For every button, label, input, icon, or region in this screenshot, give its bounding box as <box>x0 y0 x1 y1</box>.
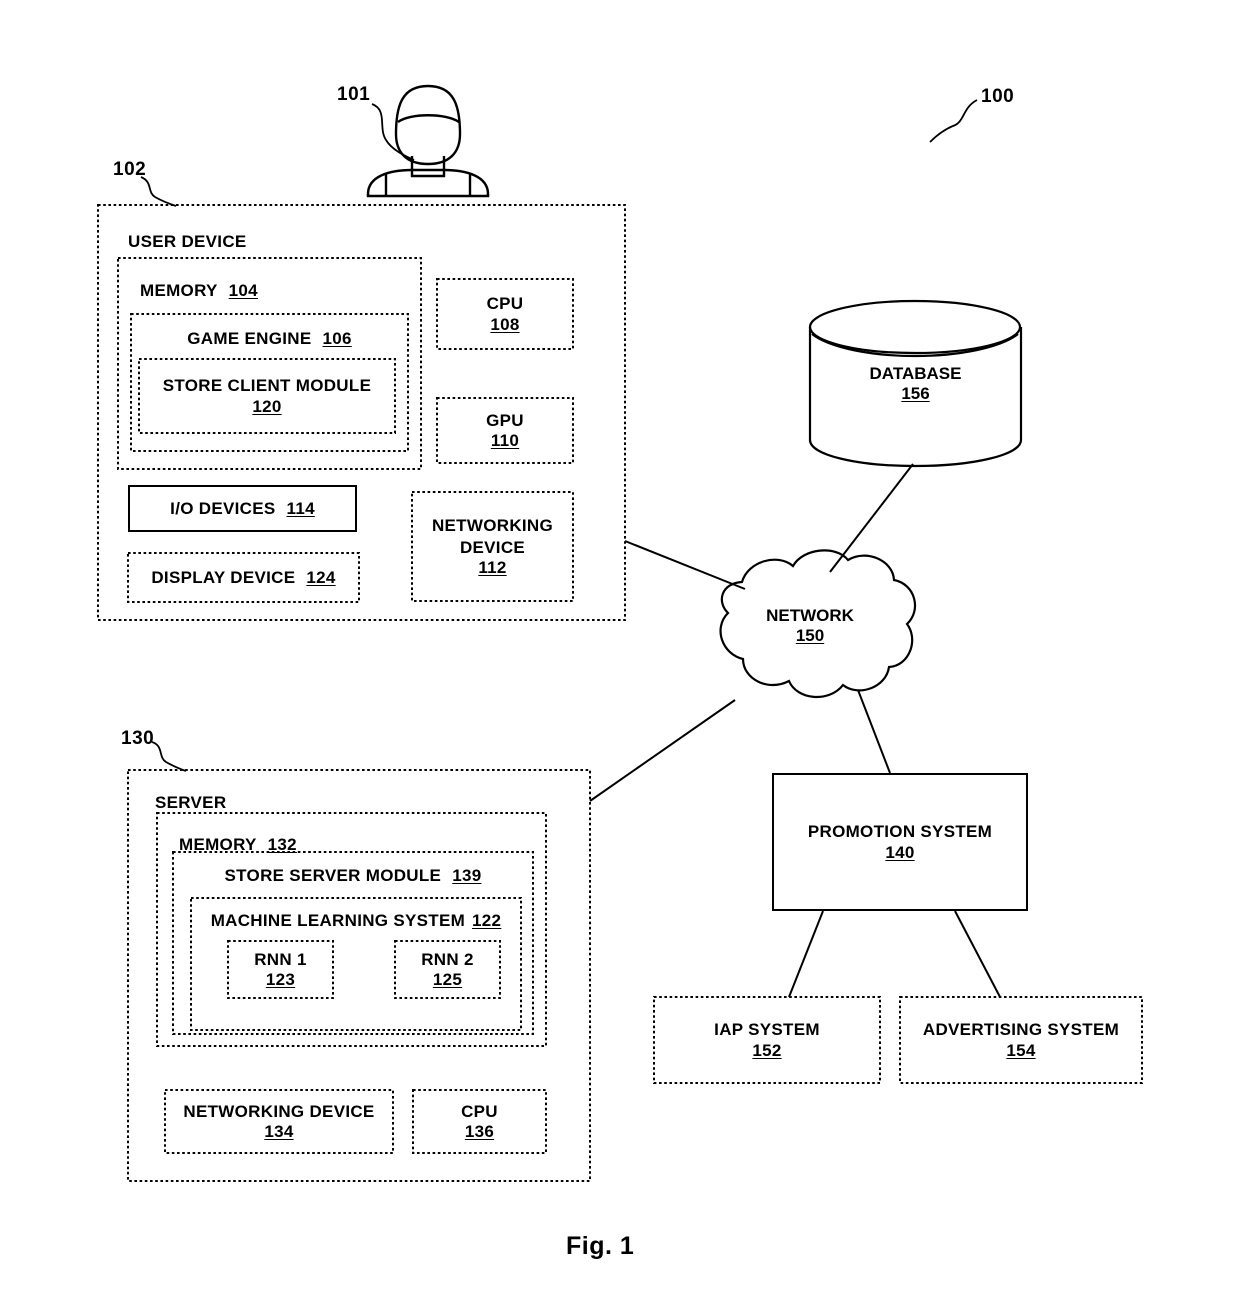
user-device-cpu-num: 108 <box>490 314 520 334</box>
iap-system-title: IAP SYSTEM <box>714 1020 820 1040</box>
user-device-gpu-title: GPU <box>486 410 524 430</box>
connector-userdevice-network <box>624 540 746 590</box>
io-devices-title: I/O DEVICES <box>170 498 276 518</box>
reference-numeral-101: 101 <box>337 84 371 105</box>
user-person-icon <box>366 84 490 198</box>
database-title: DATABASE <box>869 364 962 383</box>
promotion-system-box: PROMOTION SYSTEM 140 <box>772 773 1028 911</box>
store-server-module-num: 139 <box>452 866 482 885</box>
server-networking-device-num: 134 <box>264 1122 294 1142</box>
server-cpu-box: CPU 136 <box>413 1090 546 1153</box>
user-device-networking-device-title: NETWORKING DEVICE <box>431 516 554 557</box>
io-devices-label: I/O DEVICES 114 <box>170 498 315 519</box>
advertising-system-title: ADVERTISING SYSTEM <box>922 1020 1120 1040</box>
machine-learning-system-label: MACHINE LEARNING SYSTEM 122 <box>191 910 521 931</box>
leader-101 <box>371 103 415 161</box>
rnn-1-box: RNN 1 123 <box>228 941 333 998</box>
user-device-memory-title: MEMORY <box>140 281 218 300</box>
network-label: NETWORK 150 <box>705 605 915 646</box>
iap-system-box: IAP SYSTEM 152 <box>654 997 880 1083</box>
connector-server-network <box>589 699 736 802</box>
machine-learning-system-title: MACHINE LEARNING SYSTEM <box>210 911 466 930</box>
rnn-1-title: RNN 1 <box>254 949 307 969</box>
rnn-2-num: 125 <box>432 970 463 990</box>
database-label: DATABASE 156 <box>810 363 1021 404</box>
io-devices-box: I/O DEVICES 114 <box>128 485 357 532</box>
user-device-cpu-box: CPU 108 <box>437 279 573 349</box>
advertising-system-box: ADVERTISING SYSTEM 154 <box>900 997 1142 1083</box>
store-server-module-title: STORE SERVER MODULE <box>224 866 442 885</box>
rnn-2-box: RNN 2 125 <box>395 941 500 998</box>
display-device-label: DISPLAY DEVICE 124 <box>151 567 335 588</box>
user-device-gpu-num: 110 <box>490 431 520 451</box>
connector-promotion-advertising <box>954 910 1001 998</box>
user-device-gpu-box: GPU 110 <box>437 398 573 463</box>
user-device-title: USER DEVICE <box>128 232 247 251</box>
reference-numeral-102: 102 <box>113 159 147 180</box>
connector-network-promotion <box>857 689 891 774</box>
user-device-networking-device-box: NETWORKING DEVICE 112 <box>412 492 573 601</box>
figure-caption: Fig. 1 <box>566 1232 635 1260</box>
user-device-cpu-title: CPU <box>486 294 524 314</box>
connector-lines <box>589 463 1001 998</box>
user-device-memory-num: 104 <box>228 281 258 300</box>
display-device-num: 124 <box>306 567 336 587</box>
promotion-system-title: PROMOTION SYSTEM <box>807 822 993 842</box>
network-title: NETWORK <box>766 606 854 625</box>
database-num: 156 <box>901 384 930 404</box>
reference-numeral-130: 130 <box>121 728 155 749</box>
io-devices-num: 114 <box>286 498 315 518</box>
patent-figure-diagram: 100 101 102 130 USER DEVICE MEMORY 104 G… <box>0 0 1240 1315</box>
network-num: 150 <box>795 626 825 646</box>
leader-100 <box>929 99 978 143</box>
store-client-module-box: STORE CLIENT MODULE 120 <box>139 359 395 433</box>
display-device-title: DISPLAY DEVICE <box>151 567 296 587</box>
machine-learning-system-num: 122 <box>472 911 502 930</box>
server-networking-device-box: NETWORKING DEVICE 134 <box>165 1090 393 1153</box>
rnn-1-num: 123 <box>265 970 296 990</box>
user-device-memory-label: MEMORY 104 <box>140 280 258 301</box>
reference-numeral-100: 100 <box>981 86 1015 107</box>
game-engine-label: GAME ENGINE 106 <box>131 328 408 349</box>
advertising-system-num: 154 <box>1006 1040 1036 1060</box>
server-networking-device-title: NETWORKING DEVICE <box>183 1101 375 1121</box>
connector-promotion-iap <box>788 910 824 998</box>
connector-database-network <box>829 463 914 573</box>
store-server-module-label: STORE SERVER MODULE 139 <box>173 865 533 886</box>
store-client-module-title: STORE CLIENT MODULE <box>162 376 372 396</box>
leader-102 <box>140 176 177 207</box>
iap-system-num: 152 <box>752 1040 782 1060</box>
server-cpu-num: 136 <box>464 1122 495 1142</box>
leader-130 <box>151 741 187 772</box>
game-engine-title: GAME ENGINE <box>187 329 312 348</box>
server-cpu-title: CPU <box>461 1101 498 1121</box>
rnn-2-title: RNN 2 <box>421 949 474 969</box>
game-engine-num: 106 <box>322 329 352 348</box>
user-device-networking-device-num: 112 <box>478 557 507 577</box>
store-client-module-num: 120 <box>252 396 282 416</box>
server-title: SERVER <box>155 793 227 812</box>
display-device-box: DISPLAY DEVICE 124 <box>128 553 359 602</box>
promotion-system-num: 140 <box>885 842 915 862</box>
